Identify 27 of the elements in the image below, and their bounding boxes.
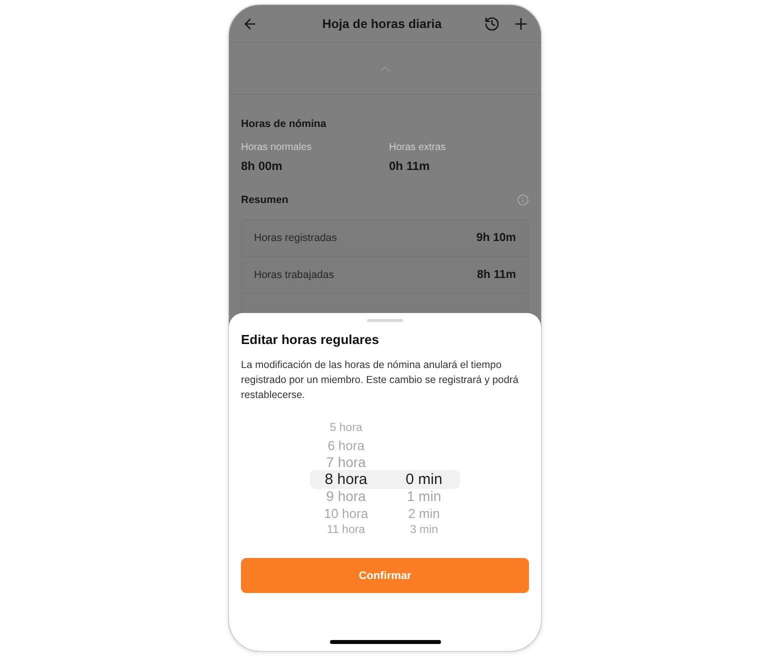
picker-option[interactable]: 11 hora [310,522,382,539]
picker-option[interactable]: 2 min [388,505,460,522]
picker-option[interactable]: 6 hora [310,437,382,454]
picker-option[interactable]: 5 hora [310,420,382,437]
hours-value: 8h 00m [241,159,284,173]
drag-handle[interactable] [367,319,403,322]
sheet-title: Editar horas regulares [241,332,380,348]
row-value: 8h 11m [477,269,516,281]
hours-label: Horas extras [389,141,447,154]
picker-option[interactable]: 0 min [388,471,460,488]
picker-option[interactable]: 3 min [388,522,460,539]
sheet-description: La modificación de las horas de nómina anulará el tiempo registrado por un miembro. Este cambio se registrará y podrá restablecerse. [241,359,520,403]
history-icon[interactable] [484,16,500,32]
picker-option[interactable]: 8 hora [310,471,382,488]
row-label: Horas trabajadas [254,269,334,281]
picker-option[interactable]: 1 min [388,488,460,505]
row-value: 9h 10m [476,232,516,244]
confirm-button[interactable]: Confirmar [241,558,529,593]
screen-title: Hoja de horas diaria [321,16,443,30]
section-title: Horas de nómina [241,117,328,131]
hours-label: Horas normales [241,141,313,154]
hours-value: 0h 11m [389,159,431,173]
picker-option[interactable]: 9 hora [310,488,382,505]
row-label: Horas registradas [254,232,337,244]
picker-option[interactable]: 7 hora [310,454,382,471]
section-title: Resumen [241,193,288,207]
picker-option[interactable]: 10 hora [310,505,382,522]
